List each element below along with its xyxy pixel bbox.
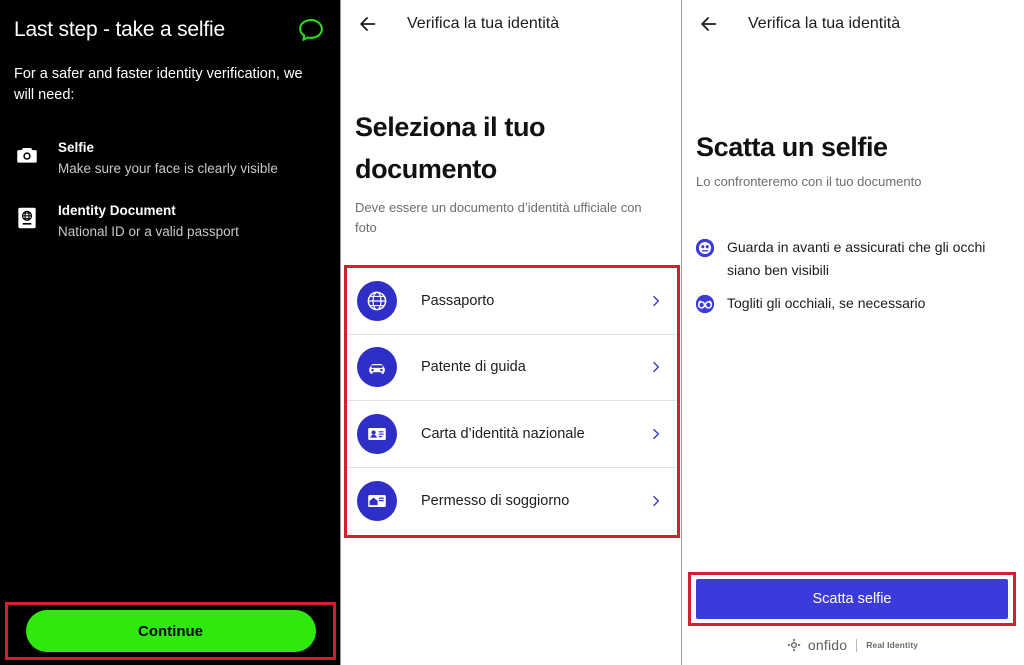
back-arrow-icon[interactable] [357, 13, 379, 35]
document-option-label: Carta d’identità nazionale [421, 425, 585, 442]
continue-button[interactable]: Continue [25, 610, 316, 652]
document-option-label: Passaporto [421, 292, 495, 309]
selfie-tips-list: Guarda in avanti e assicurati che gli oc… [682, 192, 1022, 315]
tip-text: Togliti gli occhiali, se necessario [727, 295, 926, 311]
requirement-text: Identity Document National ID or a valid… [58, 201, 239, 242]
document-option-label: Patente di guida [421, 359, 526, 376]
panel-take-selfie: Verifica la tua identità Scatta un selfi… [681, 0, 1022, 665]
document-option-residence-permit[interactable]: Permesso di soggiorno [347, 467, 677, 534]
header-title: Verifica la tua identità [407, 15, 560, 32]
tip-look-forward: Guarda in avanti e assicurati che gli oc… [694, 236, 1004, 282]
page-title: Last step - take a selfie [14, 18, 225, 41]
selfie-button-highlight-box: Scatta selfie [688, 572, 1016, 626]
id-card-icon [357, 413, 397, 454]
requirement-text: Selfie Make sure your face is clearly vi… [58, 138, 278, 179]
screenshot-root: Last step - take a selfie For a safer an… [0, 0, 1024, 665]
page-heading: Seleziona il tuo documento [355, 112, 546, 184]
panel1-header: Last step - take a selfie [0, 0, 340, 46]
page-subtitle: Deve essere un documento d’identità uffi… [355, 200, 642, 235]
chevron-right-icon [649, 492, 663, 510]
page-heading: Scatta un selfie [696, 132, 888, 162]
requirement-item-selfie: Selfie Make sure your face is clearly vi… [14, 138, 326, 179]
document-option-national-identity-card[interactable]: Carta d’identità nazionale [347, 401, 677, 468]
face-eyes-icon [694, 237, 716, 259]
requirements-list: Selfie Make sure your face is clearly vi… [0, 138, 340, 242]
tip-text: Guarda in avanti e assicurati che gli oc… [727, 239, 986, 278]
onfido-logo-icon [787, 638, 801, 652]
document-option-passport[interactable]: Passaporto [347, 268, 677, 335]
panel1-subtitle: For a safer and faster identity verifica… [14, 66, 303, 103]
panel-last-step-selfie: Last step - take a selfie For a safer an… [0, 0, 340, 665]
onfido-branding: onfido Real Identity [682, 637, 1023, 653]
document-list-highlight-box: Passaporto Patente di guida Carta d’iden… [344, 265, 680, 538]
camera-icon [14, 142, 40, 168]
requirement-title: Identity Document [58, 203, 176, 218]
panel2-header: Verifica la tua identità [341, 0, 681, 48]
requirement-desc: National ID or a valid passport [58, 224, 239, 239]
passport-icon [14, 205, 40, 231]
brand-tagline: Real Identity [866, 640, 919, 650]
brand-divider [856, 638, 858, 652]
page-subtitle: Lo confronteremo con il tuo documento [696, 174, 922, 189]
residence-permit-icon [357, 480, 397, 521]
header-title: Verifica la tua identità [748, 15, 901, 32]
onfido-wordmark: onfido [807, 637, 848, 653]
chat-bubble-icon[interactable] [296, 16, 326, 46]
chevron-right-icon [649, 358, 663, 376]
panel-select-document: Verifica la tua identità Seleziona il tu… [340, 0, 681, 665]
panel3-header: Verifica la tua identità [682, 0, 1022, 48]
document-option-label: Permesso di soggiorno [421, 492, 570, 509]
requirement-item-identity-document: Identity Document National ID or a valid… [14, 201, 326, 242]
car-icon [357, 347, 397, 388]
tip-remove-glasses: Togliti gli occhiali, se necessario [694, 292, 1004, 315]
requirement-title: Selfie [58, 140, 95, 155]
chevron-right-icon [649, 292, 663, 310]
glasses-icon [694, 293, 716, 315]
chevron-right-icon [649, 425, 663, 443]
globe-icon [357, 280, 397, 321]
document-option-driving-licence[interactable]: Patente di guida [347, 334, 677, 401]
continue-highlight-box: Continue [5, 602, 336, 660]
back-arrow-icon[interactable] [698, 13, 720, 35]
requirement-desc: Make sure your face is clearly visible [58, 161, 278, 176]
take-selfie-button[interactable]: Scatta selfie [696, 579, 1008, 619]
